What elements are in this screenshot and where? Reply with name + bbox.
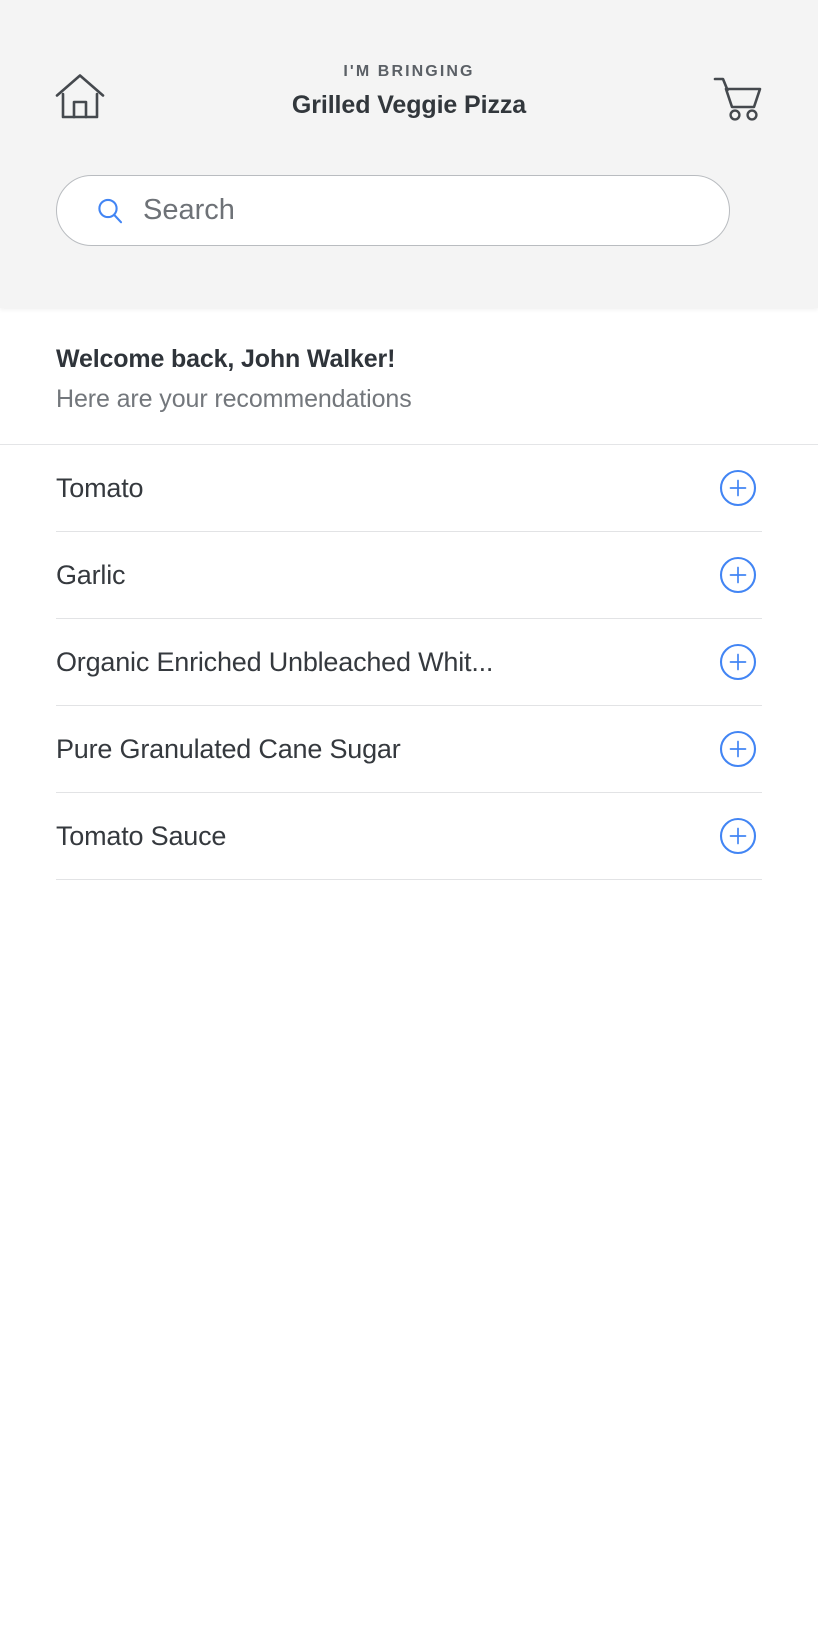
welcome-section: Welcome back, John Walker! Here are your… [0,308,818,444]
header-bar: I'M BRINGING Grilled Veggie Pizza [0,0,818,175]
add-item-button[interactable] [719,556,757,594]
search-input[interactable] [143,176,729,245]
welcome-subtitle: Here are your recommendations [56,383,762,416]
home-icon [54,72,106,122]
add-item-button[interactable] [719,730,757,768]
list-item[interactable]: Organic Enriched Unbleached Whit... [56,619,762,706]
home-button[interactable] [48,66,112,128]
add-item-button[interactable] [719,643,757,681]
page-title: Grilled Veggie Pizza [0,90,818,120]
list-item-label: Pure Granulated Cane Sugar [56,733,401,765]
cart-button[interactable] [706,66,770,128]
list-item-label: Tomato [56,472,143,504]
header-eyebrow: I'M BRINGING [0,62,818,81]
search-bar[interactable] [56,175,730,246]
search-pill[interactable] [56,175,730,246]
welcome-title: Welcome back, John Walker! [56,344,762,375]
app-screen: I'M BRINGING Grilled Veggie Pizza [0,0,818,1640]
list-item[interactable]: Pure Granulated Cane Sugar [56,706,762,793]
list-item-label: Organic Enriched Unbleached Whit... [56,646,493,678]
list-item-label: Tomato Sauce [56,820,226,852]
list-item-label: Garlic [56,559,125,591]
list-item[interactable]: Tomato Sauce [56,793,762,880]
header-title-block: I'M BRINGING Grilled Veggie Pizza [0,62,818,120]
recommendations-list: Tomato Garlic Organic Enriched Unbleache… [0,445,818,880]
add-item-button[interactable] [719,817,757,855]
search-icon [95,196,125,226]
app-header: I'M BRINGING Grilled Veggie Pizza [0,0,818,308]
shopping-cart-icon [712,72,764,122]
add-item-button[interactable] [719,469,757,507]
list-item[interactable]: Garlic [56,532,762,619]
list-item[interactable]: Tomato [56,445,762,532]
